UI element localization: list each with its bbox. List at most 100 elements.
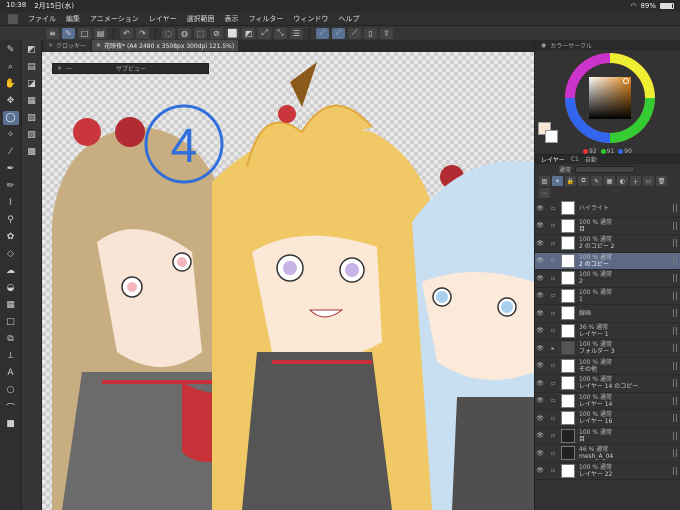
snap-grid-icon[interactable]: ⟋ xyxy=(348,27,361,39)
drag-handle-icon[interactable] xyxy=(673,396,677,405)
close-icon[interactable]: × xyxy=(48,42,53,49)
layer-row[interactable]: 👁 ▫ 100 % 通常 その他 xyxy=(535,358,680,375)
eraser-icon[interactable]: ◇ xyxy=(3,247,19,261)
zoom-icon[interactable]: ⌕ xyxy=(3,60,19,74)
drag-handle-icon[interactable] xyxy=(673,239,677,248)
brush-icon[interactable]: ⌇ xyxy=(3,196,19,210)
visibility-eye-icon[interactable]: 👁 xyxy=(535,467,545,474)
layer-menu-icon[interactable]: ⋯ xyxy=(539,188,550,198)
visibility-eye-icon[interactable]: 👁 xyxy=(535,205,545,212)
layer-row[interactable]: 👁 ▫ 100 % 通常 レイヤー 22 xyxy=(535,463,680,480)
visibility-eye-icon[interactable]: 👁 xyxy=(535,275,545,282)
export-icon[interactable]: ⇪ xyxy=(380,27,393,39)
visibility-eye-icon[interactable]: 👁 xyxy=(535,327,545,334)
expand-icon[interactable]: ⤢ xyxy=(258,27,271,39)
pen-mode-icon[interactable]: ✎ xyxy=(62,27,75,39)
balloon-icon[interactable]: ○ xyxy=(3,383,19,397)
menu-animation[interactable]: アニメーション xyxy=(90,14,139,24)
transform-icon[interactable]: ⬚ xyxy=(194,27,207,39)
visibility-eye-icon[interactable]: 👁 xyxy=(535,362,545,369)
undo-icon[interactable]: ↶ xyxy=(120,27,133,39)
layer-row[interactable]: 👁 ▫ 100 % 通常 レイヤー 14 のコピー xyxy=(535,375,680,393)
layer-row[interactable]: 👁 ▫ 100 % 通常 レイヤー 14 xyxy=(535,393,680,410)
gradient-icon[interactable]: ▦ xyxy=(3,298,19,312)
square-icon[interactable]: □ xyxy=(78,27,91,39)
subtool-c-icon[interactable]: ◪ xyxy=(24,77,40,91)
layer-row[interactable]: 👁 ▫ 46 % 通常 mesh_A_04 xyxy=(535,445,680,463)
invert-icon[interactable]: ◩ xyxy=(242,27,255,39)
tab-c1[interactable]: C1 xyxy=(571,156,579,163)
new-layer-icon[interactable]: ＋ xyxy=(630,176,641,186)
clear-icon[interactable]: ◌ xyxy=(162,27,175,39)
correct-line-icon[interactable]: ⌒ xyxy=(3,400,19,414)
tool-settings-icon[interactable]: ✎ xyxy=(3,43,19,57)
ruler-icon[interactable]: ⟂ xyxy=(3,349,19,363)
layer-color-icon[interactable]: ▨ xyxy=(539,176,550,186)
visibility-eye-icon[interactable]: 👁 xyxy=(535,345,545,352)
shrink-icon[interactable]: ⤡ xyxy=(274,27,287,39)
drag-handle-icon[interactable] xyxy=(673,204,677,213)
airbrush-icon[interactable]: ⚲ xyxy=(3,213,19,227)
visibility-eye-icon[interactable]: 👁 xyxy=(535,397,545,404)
canvas[interactable]: 4 xyxy=(42,52,534,510)
menu-file[interactable]: ファイル xyxy=(28,14,56,24)
lasso-icon[interactable]: ◯ xyxy=(2,111,19,125)
magic-wand-icon[interactable]: ✧ xyxy=(3,128,19,142)
visibility-eye-icon[interactable]: 👁 xyxy=(535,292,545,299)
layer-row[interactable]: 👁 ▫ ハイライト xyxy=(535,200,680,218)
drag-handle-icon[interactable] xyxy=(673,431,677,440)
drag-handle-icon[interactable] xyxy=(673,221,677,230)
visibility-eye-icon[interactable]: 👁 xyxy=(535,450,545,457)
eyedropper-icon[interactable]: ⁄ xyxy=(3,145,19,159)
drag-handle-icon[interactable] xyxy=(673,309,677,318)
background-color-swatch[interactable] xyxy=(545,130,558,143)
drag-handle-icon[interactable] xyxy=(673,379,677,388)
visibility-eye-icon[interactable]: 👁 xyxy=(535,240,545,247)
close-icon[interactable]: × xyxy=(96,42,101,49)
minimize-icon[interactable]: — xyxy=(66,65,72,72)
layer-row[interactable]: 👁 ▫ 100 % 通常 1 xyxy=(535,288,680,305)
layer-row[interactable]: 👁 ▫ 線画 xyxy=(535,305,680,323)
menu-window[interactable]: ウィンドウ xyxy=(293,14,328,24)
move-icon[interactable]: ✥ xyxy=(3,94,19,108)
device-icon[interactable]: ▯ xyxy=(364,27,377,39)
drag-handle-icon[interactable] xyxy=(673,449,677,458)
menu-filter[interactable]: フィルター xyxy=(249,14,284,24)
tab-croquis[interactable]: × クロッキー xyxy=(44,40,91,51)
menu-edit[interactable]: 編集 xyxy=(66,14,80,24)
layer-row[interactable]: 👁 ▫ 36 % 通常 レイヤー 1 xyxy=(535,323,680,340)
text-icon[interactable]: A xyxy=(3,366,19,380)
visibility-eye-icon[interactable]: 👁 xyxy=(535,222,545,229)
visibility-eye-icon[interactable]: 👁 xyxy=(535,310,545,317)
stack-icon[interactable]: ☰ xyxy=(290,27,303,39)
tab-auto[interactable]: 自動 xyxy=(585,155,597,164)
snap-special-ruler-icon[interactable]: ⟋ xyxy=(332,27,345,39)
visibility-eye-icon[interactable]: 👁 xyxy=(535,415,545,422)
pencil-icon[interactable]: ✏ xyxy=(3,179,19,193)
fill-icon[interactable]: ◍ xyxy=(178,27,191,39)
drag-handle-icon[interactable] xyxy=(673,361,677,370)
figure-icon[interactable]: □ xyxy=(3,315,19,329)
menu-help[interactable]: ヘルプ xyxy=(338,14,359,24)
subtool-e-icon[interactable]: ▧ xyxy=(24,111,40,125)
pen-icon[interactable]: ✒ xyxy=(3,162,19,176)
layer-row[interactable]: 👁 ▫ 100 % 通常 2 のコピー xyxy=(535,252,680,270)
tab-document[interactable]: × 花映夜* (A4 2480 x 3508px 300dpi 121.5%) xyxy=(92,40,239,51)
menu-icon[interactable]: ≡ xyxy=(46,27,59,39)
drag-handle-icon[interactable] xyxy=(673,291,677,300)
opacity-slider[interactable] xyxy=(575,165,636,173)
subtool-a-icon[interactable]: ◩ xyxy=(24,43,40,57)
mask-icon[interactable]: ◐ xyxy=(617,176,628,186)
sub-view-window[interactable]: ✕ — サブビュー xyxy=(52,63,209,74)
drag-handle-icon[interactable] xyxy=(673,466,677,475)
lock-transparent-icon[interactable]: ▦ xyxy=(604,176,615,186)
layer-row[interactable]: 👁 ▫ 100 % 通常 2 のコピー 2 xyxy=(535,235,680,253)
reference-layer-icon[interactable]: ✦ xyxy=(552,176,563,186)
subtool-g-icon[interactable]: ▩ xyxy=(24,145,40,159)
drag-handle-icon[interactable] xyxy=(673,414,677,423)
menu-view[interactable]: 表示 xyxy=(225,14,239,24)
deselect-icon[interactable]: ⊘ xyxy=(210,27,223,39)
save-icon[interactable]: ▤ xyxy=(94,27,107,39)
subtool-d-icon[interactable]: ▦ xyxy=(24,94,40,108)
tab-layer[interactable]: レイヤー xyxy=(541,155,565,164)
